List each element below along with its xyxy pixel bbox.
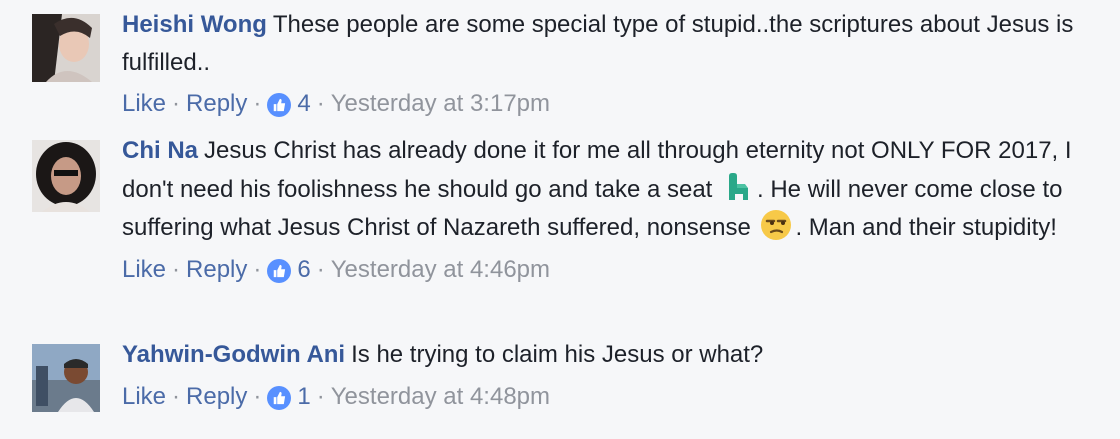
avatar[interactable] [32, 140, 100, 212]
avatar[interactable] [32, 14, 100, 82]
like-link[interactable]: Like [122, 256, 166, 284]
separator-dot: · [316, 382, 325, 410]
avatar-image [32, 140, 100, 212]
separator-dot: · [253, 255, 262, 283]
comment-text: Is he trying to claim his Jesus or what? [351, 341, 764, 368]
like-link[interactable]: Like [122, 90, 166, 118]
separator-dot: · [316, 255, 325, 283]
comment-item: Heishi Wong These people are some special… [32, 11, 1100, 118]
like-link[interactable]: Like [122, 383, 166, 411]
separator-dot: · [172, 90, 181, 117]
comment-item: Chi Na Jesus Christ has already done it f… [32, 137, 1100, 284]
comment-timestamp[interactable]: Yesterday at 4:48pm [331, 383, 550, 411]
comment-author[interactable]: Chi Na [122, 137, 198, 164]
comment-text-block: Heishi Wong These people are some special… [122, 6, 1100, 81]
reaction-count[interactable]: 6 [297, 256, 310, 284]
reply-link[interactable]: Reply [186, 383, 247, 411]
seat-icon [721, 170, 755, 204]
comment-actions: Like · Reply · 1 · Yesterday at 4:48pm [122, 383, 1100, 411]
avatar-image [32, 14, 100, 82]
reply-link[interactable]: Reply [186, 256, 247, 284]
reaction-count[interactable]: 1 [297, 383, 310, 411]
comment-item: Yahwin-Godwin Ani Is he trying to claim h… [32, 341, 1100, 412]
comment-timestamp[interactable]: Yesterday at 4:46pm [331, 256, 550, 284]
comment-text-block: Chi Na Jesus Christ has already done it f… [122, 132, 1100, 247]
like-reaction-icon[interactable] [267, 385, 292, 410]
like-reaction-icon[interactable] [267, 93, 292, 117]
separator-dot: · [172, 382, 181, 410]
avatar[interactable] [32, 344, 100, 412]
comment-text-block: Yahwin-Godwin Ani Is he trying to claim h… [122, 336, 1100, 374]
separator-dot: · [172, 255, 181, 283]
separator-dot: · [253, 90, 262, 117]
separator-dot: · [253, 382, 262, 410]
like-reaction-icon[interactable] [267, 258, 292, 283]
comment-actions: Like · Reply · 4 · Yesterday at 3:17pm [122, 90, 1100, 118]
separator-dot: · [316, 90, 325, 117]
comment-thread: Heishi Wong These people are some special… [0, 0, 1120, 439]
comment-timestamp[interactable]: Yesterday at 3:17pm [331, 90, 550, 118]
comment-author[interactable]: Heishi Wong [122, 11, 267, 38]
reply-link[interactable]: Reply [186, 90, 247, 118]
avatar-image [32, 344, 100, 412]
unamused-face-icon [759, 208, 793, 242]
comment-text: . Man and their stupidity! [795, 214, 1057, 241]
comment-author[interactable]: Yahwin-Godwin Ani [122, 341, 345, 368]
comment-actions: Like · Reply · 6 · Yesterday at 4:46pm [122, 256, 1100, 284]
reaction-count[interactable]: 4 [297, 90, 310, 118]
